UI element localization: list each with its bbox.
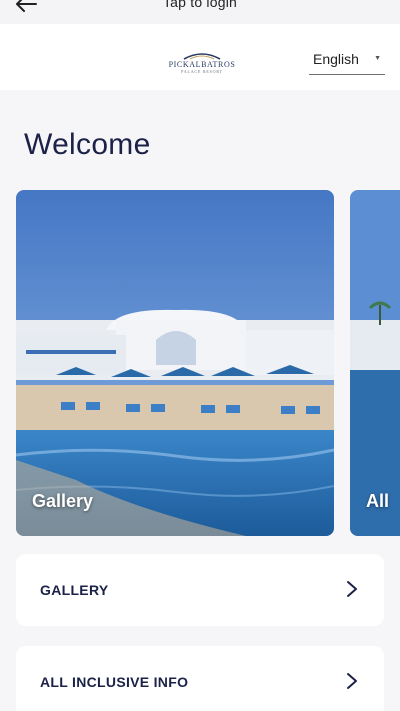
logo-subtitle: PALACE RESORT xyxy=(181,69,223,74)
all-inclusive-info-label: ALL INCLUSIVE INFO xyxy=(40,674,189,690)
resort-photo-2 xyxy=(350,190,400,536)
carousel-card-gallery[interactable]: Gallery xyxy=(16,190,334,536)
language-label: English xyxy=(313,51,359,67)
carousel-card-all-inclusive[interactable]: All xyxy=(350,190,400,536)
page-title: Welcome xyxy=(24,128,151,161)
logo-arc-icon xyxy=(183,53,221,60)
caret-down-icon: ▼ xyxy=(374,55,381,62)
carousel-card-label-2: All xyxy=(366,491,390,511)
image-carousel[interactable]: Gallery All xyxy=(0,190,400,538)
chevron-right-icon xyxy=(347,673,357,689)
list-item-all-inclusive-info[interactable]: ALL INCLUSIVE INFO xyxy=(16,646,384,711)
chevron-right-icon xyxy=(347,581,357,597)
resort-photo xyxy=(16,190,334,536)
top-bar: Tap to login xyxy=(0,0,400,24)
carousel-card-label: Gallery xyxy=(32,491,94,511)
list-item-gallery[interactable]: GALLERY xyxy=(16,554,384,626)
gallery-label: GALLERY xyxy=(40,582,109,598)
hotel-logo: PICKALBATROS PALACE RESORT xyxy=(160,52,244,84)
tap-to-login-link[interactable]: Tap to login xyxy=(0,0,400,10)
logo-name: PICKALBATROS xyxy=(168,60,236,69)
language-select[interactable]: English ▼ xyxy=(309,48,385,75)
